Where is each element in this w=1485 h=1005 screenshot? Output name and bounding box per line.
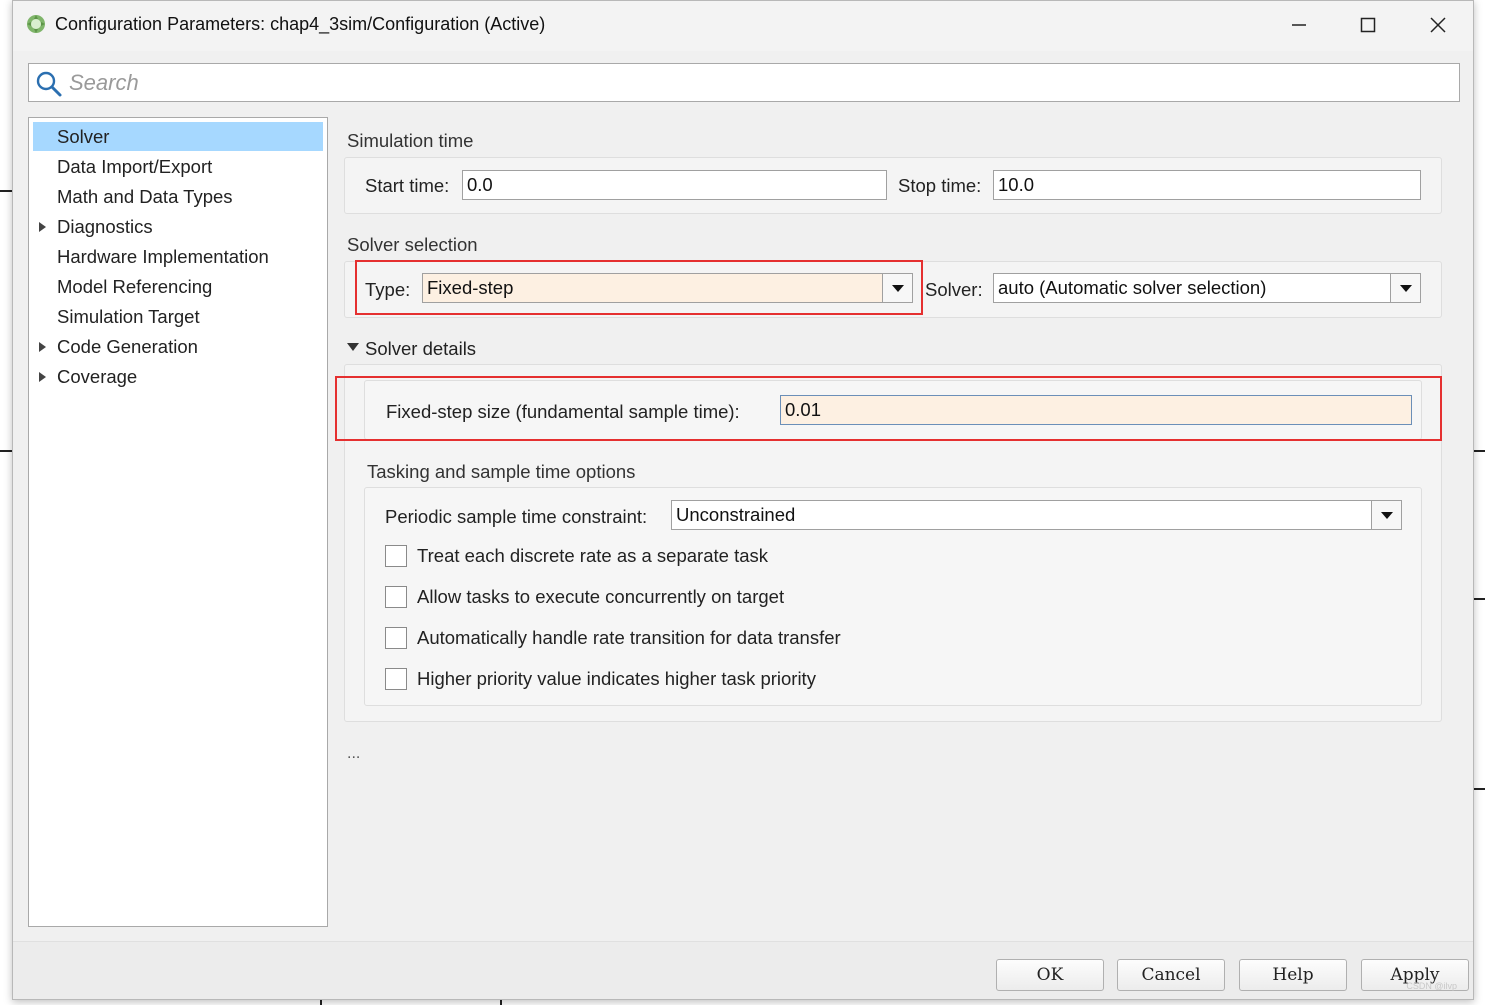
- nav-item-label: Simulation Target: [57, 306, 200, 327]
- step-size-label: Fixed-step size (fundamental sample time…: [386, 401, 740, 422]
- solver-details-toggle[interactable]: Solver details: [347, 337, 547, 361]
- start-time-field[interactable]: [462, 170, 887, 200]
- background-line: [0, 190, 12, 192]
- nav-item-label: Math and Data Types: [57, 186, 233, 207]
- periodic-constraint-label: Periodic sample time constraint:: [385, 506, 648, 527]
- dropdown-button[interactable]: [882, 274, 912, 302]
- ok-button[interactable]: OK: [996, 959, 1104, 991]
- checkbox-rate-transition[interactable]: Automatically handle rate transition for…: [385, 626, 985, 652]
- nav-item-simulation-target[interactable]: Simulation Target: [33, 302, 323, 331]
- chevron-down-icon: [1380, 511, 1393, 519]
- checkbox-label: Allow tasks to execute concurrently on t…: [417, 586, 785, 607]
- nav-item-label: Coverage: [57, 366, 138, 387]
- checkbox-separate-task[interactable]: Treat each discrete rate as a separate t…: [385, 544, 985, 570]
- checkbox[interactable]: [385, 545, 407, 567]
- solver-type-dropdown[interactable]: Fixed-step: [422, 273, 913, 303]
- chevron-down-icon: [1399, 284, 1412, 292]
- background-line: [1474, 788, 1485, 790]
- maximize-icon: [1360, 17, 1376, 33]
- nav-item-coverage[interactable]: Coverage: [33, 362, 323, 391]
- background-line: [0, 450, 12, 452]
- expand-arrow-icon[interactable]: [39, 372, 46, 382]
- help-button-label: Help: [1272, 965, 1314, 985]
- collapse-arrow-icon: [347, 343, 359, 351]
- checkbox[interactable]: [385, 668, 407, 690]
- checkbox-concurrent-tasks[interactable]: Allow tasks to execute concurrently on t…: [385, 585, 985, 611]
- fixed-step-size-field[interactable]: [780, 395, 1412, 425]
- config-dialog: Configuration Parameters: chap4_3sim/Con…: [12, 0, 1474, 1000]
- nav-item-code-generation[interactable]: Code Generation: [33, 332, 323, 361]
- checkbox-label: Treat each discrete rate as a separate t…: [417, 545, 768, 566]
- cancel-button[interactable]: Cancel: [1117, 959, 1225, 991]
- simulation-time-heading: Simulation time: [347, 130, 474, 151]
- solver-pane: Simulation time Start time: Stop time: S…: [331, 117, 1471, 927]
- solver-value: auto (Automatic solver selection): [998, 277, 1267, 298]
- expand-arrow-icon[interactable]: [39, 342, 46, 352]
- solver-type-value: Fixed-step: [427, 277, 514, 298]
- dropdown-button[interactable]: [1371, 501, 1401, 529]
- minimize-button[interactable]: [1276, 9, 1322, 41]
- background-line: [1474, 598, 1485, 600]
- dropdown-button[interactable]: [1390, 274, 1420, 302]
- category-tree: Solver Data Import/Export Math and Data …: [28, 117, 328, 927]
- nav-item-math-and-data-types[interactable]: Math and Data Types: [33, 182, 323, 211]
- nav-item-label: Code Generation: [57, 336, 198, 357]
- close-button[interactable]: [1415, 9, 1461, 41]
- stop-time-label: Stop time:: [898, 175, 982, 196]
- periodic-constraint-value: Unconstrained: [676, 504, 796, 525]
- more-options-ellipsis[interactable]: ...: [347, 745, 360, 763]
- expand-arrow-icon[interactable]: [39, 222, 46, 232]
- help-button[interactable]: Help: [1239, 959, 1347, 991]
- nav-item-hardware-implementation[interactable]: Hardware Implementation: [33, 242, 323, 271]
- maximize-button[interactable]: [1345, 9, 1391, 41]
- periodic-constraint-dropdown[interactable]: Unconstrained: [671, 500, 1402, 530]
- window-title: Configuration Parameters: chap4_3sim/Con…: [55, 14, 546, 34]
- close-icon: [1430, 17, 1446, 33]
- tasking-heading: Tasking and sample time options: [367, 461, 636, 482]
- solver-selection-heading: Solver selection: [347, 234, 478, 255]
- nav-item-label: Model Referencing: [57, 276, 213, 297]
- ok-button-label: OK: [1036, 965, 1064, 985]
- simulink-icon: [27, 15, 45, 33]
- stop-time-field[interactable]: [993, 170, 1421, 200]
- nav-item-label: Diagnostics: [57, 216, 153, 237]
- checkbox-label: Automatically handle rate transition for…: [417, 627, 841, 648]
- minimize-icon: [1292, 24, 1306, 26]
- background-line: [1474, 450, 1485, 452]
- nav-item-label: Hardware Implementation: [57, 246, 269, 267]
- solver-details-heading: Solver details: [365, 338, 477, 359]
- nav-item-data-import-export[interactable]: Data Import/Export: [33, 152, 323, 181]
- checkbox-priority[interactable]: Higher priority value indicates higher t…: [385, 667, 985, 693]
- solver-label: Solver:: [925, 279, 983, 300]
- nav-item-solver[interactable]: Solver: [33, 122, 323, 151]
- start-time-label: Start time:: [365, 175, 450, 196]
- checkbox[interactable]: [385, 586, 407, 608]
- solver-dropdown[interactable]: auto (Automatic solver selection): [993, 273, 1421, 303]
- watermark: CSDN @ilvp: [1406, 981, 1457, 991]
- cancel-button-label: Cancel: [1141, 965, 1201, 985]
- nav-item-diagnostics[interactable]: Diagnostics: [33, 212, 323, 241]
- search-icon: [36, 71, 62, 97]
- nav-item-label: Data Import/Export: [57, 156, 213, 177]
- checkbox[interactable]: [385, 627, 407, 649]
- title-bar[interactable]: Configuration Parameters: chap4_3sim/Con…: [13, 1, 1473, 51]
- chevron-down-icon: [891, 284, 904, 292]
- nav-item-model-referencing[interactable]: Model Referencing: [33, 272, 323, 301]
- type-label: Type:: [365, 279, 411, 300]
- nav-item-label: Solver: [57, 126, 110, 147]
- checkbox-label: Higher priority value indicates higher t…: [417, 668, 816, 689]
- search-box: [28, 63, 1460, 102]
- button-bar: OK Cancel Help Apply CSDN @ilvp: [13, 941, 1473, 999]
- search-input[interactable]: [69, 64, 1449, 101]
